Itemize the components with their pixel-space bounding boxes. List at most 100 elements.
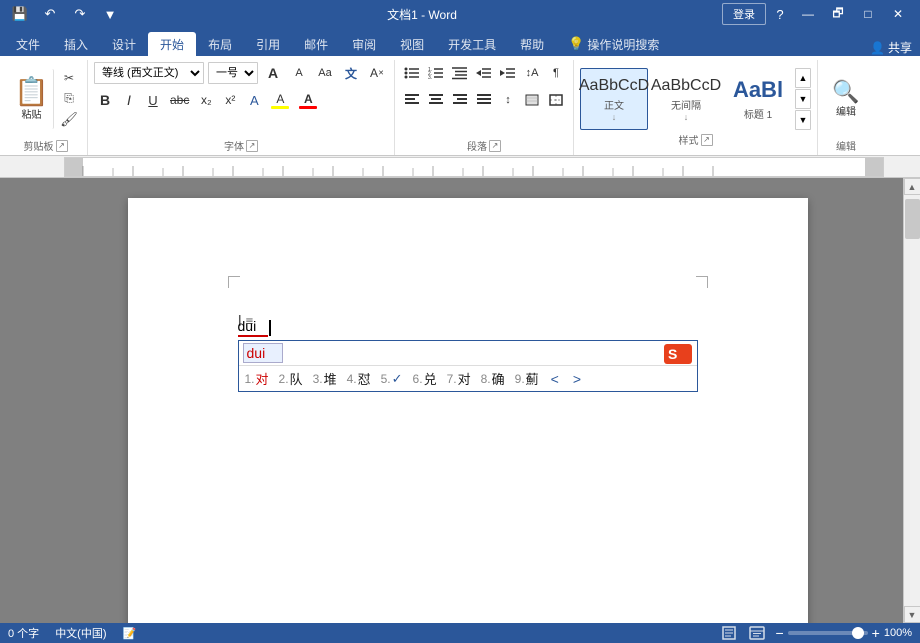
font-size-select[interactable]: 一号 xyxy=(208,62,258,84)
language: 中文(中国) xyxy=(55,625,106,641)
tab-reference[interactable]: 引用 xyxy=(244,32,292,56)
style-no-spacing[interactable]: AaBbCcD 无间隔 ↓ xyxy=(652,68,720,130)
find-button[interactable]: 🔍 编辑 xyxy=(824,69,868,129)
maximize-button[interactable]: □ xyxy=(854,0,882,28)
increase-indent-button[interactable] xyxy=(497,62,519,84)
numbered-list-button[interactable]: 1.2.3. xyxy=(425,62,447,84)
quick-redo-button[interactable]: ↷ xyxy=(68,2,92,26)
ime-candidate-4[interactable]: 4. 怼 xyxy=(347,369,371,388)
zoom-plus-button[interactable]: + xyxy=(872,625,880,641)
tab-insert[interactable]: 插入 xyxy=(52,32,100,56)
paragraph-expand-button[interactable]: ↗ xyxy=(489,140,501,152)
scroll-up-button[interactable]: ▲ xyxy=(904,178,920,195)
style-heading1[interactable]: AaBl 标题 1 xyxy=(724,68,792,130)
ime-candidate-9[interactable]: 9. 薊 xyxy=(515,369,539,388)
wen-icon-button[interactable]: 文 xyxy=(340,62,362,84)
bold-button[interactable]: B xyxy=(94,89,116,111)
svg-text:3.: 3. xyxy=(428,75,432,80)
tab-tell-me[interactable]: 💡操作说明搜索 xyxy=(556,32,671,56)
styles-group-expand-button[interactable]: ↗ xyxy=(701,134,713,146)
help-icon[interactable]: ? xyxy=(768,2,792,26)
paragraph-group: 1.2.3. ↕A ¶ xyxy=(395,60,574,155)
document-page[interactable]: I ≡ dui dui xyxy=(128,198,808,623)
share-button[interactable]: 👤 共享 xyxy=(870,39,912,56)
quick-save-button[interactable]: 💾 xyxy=(8,2,32,26)
view-print-button[interactable] xyxy=(719,625,739,641)
login-button[interactable]: 登录 xyxy=(722,3,766,25)
vertical-scrollbar[interactable]: ▲ ▼ xyxy=(903,178,920,623)
paste-button[interactable]: 📋 粘贴 xyxy=(10,69,54,129)
font-group: 等线 (西文正文) 一号 A A Aa 文 A✕ B I U abc xyxy=(88,60,395,155)
align-center-button[interactable] xyxy=(425,89,447,111)
subscript-button[interactable]: x₂ xyxy=(195,89,217,111)
format-painter-button[interactable]: 🖌 xyxy=(57,111,81,129)
scroll-track[interactable] xyxy=(904,195,920,606)
ime-candidate-7[interactable]: 7. 对 xyxy=(447,369,471,388)
copy-button[interactable]: ⎘ xyxy=(57,90,81,108)
ruler-area xyxy=(0,156,920,178)
border-button[interactable] xyxy=(545,89,567,111)
align-right-button[interactable] xyxy=(449,89,471,111)
bullet-list-button[interactable] xyxy=(401,62,423,84)
zoom-percent[interactable]: 100% xyxy=(884,627,912,639)
clipboard-expand-button[interactable]: ↗ xyxy=(56,140,68,152)
tab-layout[interactable]: 布局 xyxy=(196,32,244,56)
track-changes-icon[interactable]: 📝 xyxy=(123,627,137,640)
change-case-button[interactable]: Aa xyxy=(314,62,336,84)
shading-button[interactable] xyxy=(521,89,543,111)
styles-scroll-up-button[interactable]: ▲ xyxy=(795,68,811,88)
clear-format-button[interactable]: A✕ xyxy=(366,62,388,84)
superscript-button[interactable]: x² xyxy=(219,89,241,111)
font-name-select[interactable]: 等线 (西文正文) xyxy=(94,62,204,84)
align-left-button[interactable] xyxy=(401,89,423,111)
view-web-button[interactable] xyxy=(747,625,767,641)
ime-next-button[interactable]: > xyxy=(571,371,583,387)
ime-candidate-8[interactable]: 8. 确 xyxy=(481,369,505,388)
restore-button[interactable]: 🗗 xyxy=(824,0,852,28)
tab-view[interactable]: 视图 xyxy=(388,32,436,56)
font-color-button[interactable]: A xyxy=(295,89,321,111)
scroll-down-button[interactable]: ▼ xyxy=(904,606,920,623)
tab-home[interactable]: 开始 xyxy=(148,32,196,56)
quick-more-button[interactable]: ▼ xyxy=(98,2,122,26)
typed-text[interactable]: dui xyxy=(238,318,268,337)
multilevel-list-button[interactable] xyxy=(449,62,471,84)
ime-candidate-3[interactable]: 3. 堆 xyxy=(313,369,337,388)
close-button[interactable]: ✕ xyxy=(884,0,912,28)
ime-candidate-6[interactable]: 6. 兑 xyxy=(413,369,437,388)
highlight-button[interactable]: A xyxy=(267,89,293,111)
tab-mail[interactable]: 邮件 xyxy=(292,32,340,56)
tab-design[interactable]: 设计 xyxy=(100,32,148,56)
justify-button[interactable] xyxy=(473,89,495,111)
ime-candidate-1[interactable]: 1. 对 xyxy=(245,369,269,388)
tab-file[interactable]: 文件 xyxy=(4,32,52,56)
styles-expand-button[interactable]: ▼ xyxy=(795,110,811,130)
show-marks-button[interactable]: ¶ xyxy=(545,62,567,84)
italic-button[interactable]: I xyxy=(118,89,140,111)
sort-button[interactable]: ↕A xyxy=(521,62,543,84)
font-grow-button[interactable]: A xyxy=(262,62,284,84)
cut-button[interactable]: ✂ xyxy=(57,69,81,87)
zoom-slider-track[interactable] xyxy=(788,631,868,635)
scroll-thumb[interactable] xyxy=(905,199,920,239)
underline-button[interactable]: U xyxy=(142,89,164,111)
tab-developer[interactable]: 开发工具 xyxy=(436,32,508,56)
minimize-button[interactable]: — xyxy=(794,0,822,28)
decrease-indent-button[interactable] xyxy=(473,62,495,84)
ime-candidate-2[interactable]: 2. 队 xyxy=(279,369,303,388)
strikethrough-button[interactable]: abc xyxy=(166,89,193,111)
style-normal[interactable]: AaBbCcD 正文 ↓ xyxy=(580,68,648,130)
tab-review[interactable]: 审阅 xyxy=(340,32,388,56)
ime-candidate-5[interactable]: 5. ✓ xyxy=(381,371,403,387)
line-spacing-button[interactable]: ↕ xyxy=(497,89,519,111)
styles-scroll-down-button[interactable]: ▼ xyxy=(795,89,811,109)
ime-prev-button[interactable]: < xyxy=(549,371,561,387)
zoom-slider-thumb[interactable] xyxy=(852,627,864,639)
zoom-minus-button[interactable]: − xyxy=(775,625,783,641)
text-effect-button[interactable]: A xyxy=(243,89,265,111)
font-expand-button[interactable]: ↗ xyxy=(246,140,258,152)
tab-help[interactable]: 帮助 xyxy=(508,32,556,56)
quick-undo-button[interactable]: ↶ xyxy=(38,2,62,26)
margin-corner-tl xyxy=(228,276,240,288)
font-shrink-button[interactable]: A xyxy=(288,62,310,84)
